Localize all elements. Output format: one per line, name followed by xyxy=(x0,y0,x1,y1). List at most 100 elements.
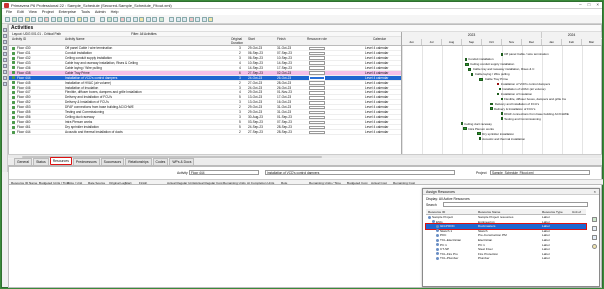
gantt-bar[interactable] xyxy=(497,82,500,86)
resource-role-cell[interactable] xyxy=(309,46,325,51)
resource-col-header[interactable]: Remaining Cost xyxy=(393,181,415,185)
display-filter[interactable]: Display: All Active Resources xyxy=(426,197,470,201)
col-resource-role[interactable]: Resource role xyxy=(307,37,327,42)
resource-role-cell[interactable] xyxy=(309,110,325,115)
menu-file[interactable]: File xyxy=(6,10,12,14)
toolbar-button-icon[interactable] xyxy=(139,16,144,22)
toolbar-button-icon[interactable] xyxy=(175,16,181,22)
toolbar-button-icon[interactable] xyxy=(70,16,75,22)
menu-help[interactable]: Help xyxy=(111,10,119,14)
minimize-icon[interactable]: – xyxy=(579,2,582,7)
resource-col-header[interactable]: Price / Unit xyxy=(67,181,82,185)
gantt-bar[interactable] xyxy=(468,67,472,71)
activity-row[interactable]: Floor 444 Acoustic and thermal installati… xyxy=(9,130,401,135)
toolbar-button-icon[interactable] xyxy=(37,16,43,22)
toolbar-button-icon[interactable] xyxy=(44,16,49,22)
col-calendar[interactable]: Calendar xyxy=(373,37,386,42)
resource-role-cell[interactable] xyxy=(309,71,325,75)
gantt-bar[interactable] xyxy=(479,77,484,81)
toolbar-button-icon[interactable] xyxy=(31,16,36,22)
menu-view[interactable]: View xyxy=(29,10,37,14)
toolbar-button-icon[interactable] xyxy=(57,16,62,22)
resource-col-header[interactable]: Actual Cost xyxy=(371,181,387,185)
resource-col-header[interactable]: Remaining Units xyxy=(223,181,246,185)
toolbar-button-icon[interactable] xyxy=(188,16,194,22)
tab-relationships[interactable]: Relationships xyxy=(125,158,152,165)
gantt-bar[interactable] xyxy=(500,97,503,101)
toolbar-button-icon[interactable] xyxy=(24,16,30,22)
toolbar-button-icon[interactable] xyxy=(18,16,23,22)
toolbar-button-icon[interactable] xyxy=(195,16,200,22)
reports-icon[interactable] xyxy=(2,46,7,50)
toolbar-button-icon[interactable] xyxy=(89,16,95,22)
gantt-bar[interactable] xyxy=(490,102,494,106)
resource-role-cell[interactable] xyxy=(309,76,325,80)
gantt-bar[interactable] xyxy=(499,87,502,91)
resource-role-cell[interactable] xyxy=(309,95,325,100)
resource-role-cell[interactable] xyxy=(309,120,325,125)
resource-role-cell[interactable] xyxy=(309,81,325,85)
toolbar-button-icon[interactable] xyxy=(126,16,131,22)
help-icon[interactable] xyxy=(592,244,597,249)
tab-successors[interactable]: Successors xyxy=(100,158,125,165)
gantt-bar[interactable] xyxy=(477,132,481,135)
tab-codes[interactable]: Codes xyxy=(152,158,169,165)
resource-role-cell[interactable] xyxy=(309,100,325,105)
gantt-bar[interactable] xyxy=(461,122,464,126)
search-input[interactable] xyxy=(443,202,588,207)
tracking-icon[interactable] xyxy=(2,52,7,56)
toolbar-button-icon[interactable] xyxy=(169,16,174,22)
gantt-bar[interactable] xyxy=(490,107,493,111)
resource-role-cell[interactable] xyxy=(309,66,325,70)
gantt-bar[interactable] xyxy=(463,127,467,131)
resource-role-cell[interactable] xyxy=(309,51,325,56)
resource-col-header[interactable]: Role xyxy=(281,181,287,185)
refresh-button[interactable] xyxy=(592,235,597,240)
remove-resource-button[interactable] xyxy=(592,226,597,231)
dlg-col-resource-type[interactable]: Resource Type xyxy=(542,210,563,214)
resource-col-header[interactable]: Original Lag xyxy=(109,181,126,185)
col-activity-id[interactable]: Activity ID xyxy=(12,37,26,42)
issues-icon[interactable] xyxy=(2,64,7,68)
dlg-col-unit[interactable]: Unit of xyxy=(572,210,581,214)
resource-col-header[interactable]: Budgeted Units / Time xyxy=(39,181,69,185)
docs-icon[interactable] xyxy=(2,82,7,86)
resource-col-header[interactable]: Start xyxy=(125,181,132,185)
gantt-bar[interactable] xyxy=(465,57,468,61)
toolbar-button-icon[interactable] xyxy=(208,16,213,22)
toolbar-button-icon[interactable] xyxy=(11,16,17,22)
maximize-icon[interactable]: □ xyxy=(588,2,591,7)
toolbar-button-icon[interactable] xyxy=(152,16,157,22)
dlg-col-resource-name[interactable]: Resource Name xyxy=(478,210,500,214)
dlg-col-resource-id[interactable]: Resource ID xyxy=(428,210,445,214)
dialog-close-icon[interactable]: × xyxy=(594,189,596,195)
col-start[interactable]: Start xyxy=(248,37,255,42)
toolbar-button-icon[interactable] xyxy=(132,16,138,22)
tab-resources[interactable]: Resources xyxy=(49,157,72,165)
projects-icon[interactable] xyxy=(2,28,7,32)
gantt-bar[interactable] xyxy=(470,72,474,76)
toolbar-button-icon[interactable] xyxy=(83,16,88,22)
resource-role-cell[interactable] xyxy=(309,56,325,61)
toolbar-button-icon[interactable] xyxy=(158,16,164,22)
toolbar-button-icon[interactable] xyxy=(5,16,10,22)
project-field[interactable]: Sample_Schedule_Fitout.xml xyxy=(490,170,590,175)
resource-col-header[interactable]: Actual Regular Cost xyxy=(195,181,223,185)
col-finish[interactable]: Finish xyxy=(277,37,286,42)
resource-col-header[interactable]: Resource ID Name xyxy=(11,181,37,185)
close-icon[interactable]: × xyxy=(596,2,599,7)
toolbar-button-icon[interactable] xyxy=(63,16,69,22)
resource-col-header[interactable]: Finish xyxy=(139,181,147,185)
tab-status[interactable]: Status xyxy=(33,158,49,165)
toolbar-button-icon[interactable] xyxy=(100,16,105,22)
toolbar-button-icon[interactable] xyxy=(182,16,187,22)
col-original-duration[interactable]: Original Duration xyxy=(231,37,247,45)
menu-edit[interactable]: Edit xyxy=(17,10,24,14)
toolbar-button-icon[interactable] xyxy=(50,16,56,22)
toolbar-button-icon[interactable] xyxy=(106,16,112,22)
gantt-bar[interactable] xyxy=(465,62,469,66)
gantt-chart[interactable]: 2023 2024 Jun Jul Aug Sep Oct Nov Dec Jan Feb Mar O… xyxy=(401,32,602,158)
tab-general[interactable]: General xyxy=(14,158,33,165)
menu-enterprise[interactable]: Enterprise xyxy=(59,10,76,14)
menu-tools[interactable]: Tools xyxy=(81,10,90,14)
